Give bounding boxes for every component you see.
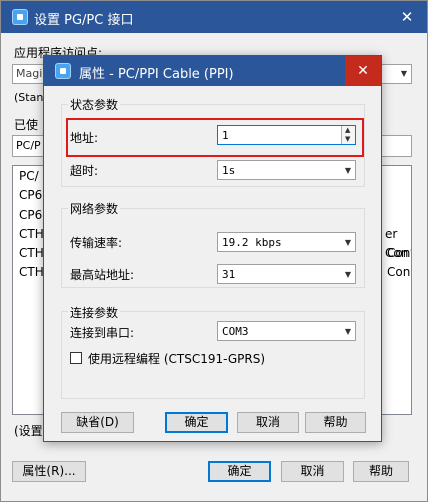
highest-address-value: 31 [222, 268, 236, 281]
default-button[interactable]: 缺省(D) [61, 412, 134, 433]
highest-address-label: 最高站地址: [70, 268, 135, 282]
list-item[interactable]: CTH [19, 265, 44, 279]
list-item-suffix: er [385, 227, 398, 241]
properties-dialog: 属性 - PC/PPI Cable (PPI) ✕ 状态参数 地址: 1 ▲ ▼… [43, 55, 382, 442]
bg-dialog-title: 设置 PG/PC 接口 [34, 13, 134, 28]
chevron-up-icon[interactable]: ▲ [345, 126, 350, 134]
list-item[interactable]: CP6 [19, 208, 42, 222]
chevron-down-icon: ▼ [400, 69, 407, 78]
baud-rate-label: 传输速率: [70, 236, 123, 250]
baud-rate-value: 19.2 kbps [222, 236, 282, 249]
timeout-value: 1s [222, 164, 236, 177]
chevron-down-icon: ▼ [344, 327, 351, 336]
app-icon [12, 9, 28, 25]
chevron-down-icon: ▼ [344, 166, 351, 175]
properties-button[interactable]: 属性(R)... [12, 461, 86, 482]
list-item-suffix: Con [387, 265, 411, 279]
serial-port-value: COM3 [222, 325, 249, 338]
close-icon[interactable]: ✕ [345, 56, 381, 86]
help-button[interactable]: 帮助 [305, 412, 366, 433]
used-label: 已使 [14, 118, 39, 132]
timeout-label: 超时: [70, 164, 99, 178]
address-spin-buttons[interactable]: ▲ ▼ [341, 126, 355, 144]
address-spinbox[interactable]: 1 ▲ ▼ [217, 125, 356, 145]
cancel-button[interactable]: 取消 [237, 412, 299, 433]
remote-programming-label: 使用远程编程 (CTSC191-GPRS) [88, 352, 266, 366]
station-params-title: 状态参数 [68, 96, 121, 113]
highest-address-select[interactable]: 31 ▼ [217, 264, 356, 284]
baud-rate-select[interactable]: 19.2 kbps ▼ [217, 232, 356, 252]
connection-params-title: 连接参数 [68, 304, 121, 321]
properties-dialog-title: 属性 - PC/PPI Cable (PPI) [79, 67, 234, 82]
chevron-down-icon: ▼ [344, 238, 351, 247]
standard-text: (Stan [14, 91, 44, 104]
address-value: 1 [222, 129, 229, 142]
remote-programming-checkbox[interactable] [70, 352, 82, 364]
timeout-select[interactable]: 1s ▼ [217, 160, 356, 180]
properties-dialog-titlebar[interactable]: 属性 - PC/PPI Cable (PPI) ✕ [44, 56, 381, 86]
address-label: 地址: [70, 131, 99, 145]
network-params-title: 网络参数 [68, 200, 121, 217]
list-item[interactable]: CTH [19, 246, 44, 260]
chevron-down-icon: ▼ [344, 270, 351, 279]
serial-port-select[interactable]: COM3 ▼ [217, 321, 356, 341]
ok-button[interactable]: 确定 [165, 412, 228, 433]
list-item[interactable]: CTH [19, 227, 44, 241]
list-item[interactable]: PC/ [19, 169, 39, 183]
access-point-value: Magi [16, 67, 43, 80]
used-value: PC/P [16, 139, 41, 152]
bottom-text: (设置 [14, 424, 43, 438]
bg-ok-button[interactable]: 确定 [208, 461, 271, 482]
list-item-suffix: Contr [387, 246, 411, 260]
app-icon [55, 63, 71, 79]
list-item[interactable]: CP6 [19, 188, 42, 202]
chevron-down-icon[interactable]: ▼ [345, 135, 350, 143]
bg-close-icon[interactable]: ✕ [395, 6, 419, 28]
bg-cancel-button[interactable]: 取消 [281, 461, 344, 482]
serial-port-label: 连接到串口: [70, 326, 135, 340]
bg-help-button[interactable]: 帮助 [353, 461, 409, 482]
bg-dialog-titlebar[interactable]: 设置 PG/PC 接口 ✕ [1, 1, 427, 33]
